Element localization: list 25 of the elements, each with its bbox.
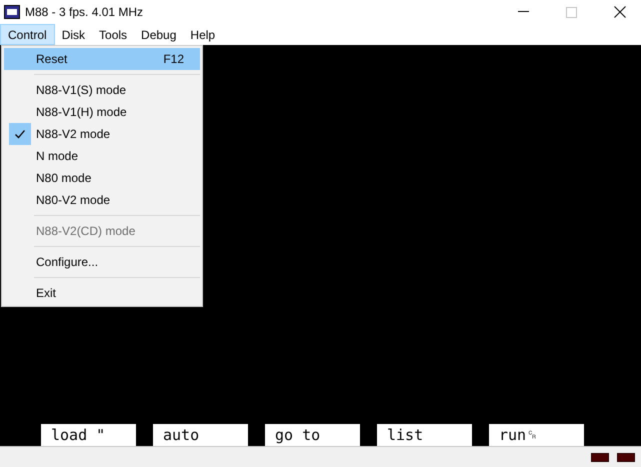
minimize-icon[interactable] [518, 11, 529, 13]
function-key-label: run␍ [489, 424, 584, 446]
function-key-label: list [377, 424, 472, 446]
menu-bar-item[interactable]: Debug [134, 24, 184, 45]
menu-bar-item[interactable]: Control [0, 24, 55, 45]
menu-item[interactable]: N mode [4, 145, 200, 167]
menu-bar-item[interactable]: Tools [92, 24, 134, 45]
menu-item[interactable]: N80 mode [4, 167, 200, 189]
indicator-led [591, 452, 609, 462]
indicator-led [617, 452, 635, 462]
menu-item[interactable]: Reset F12 [4, 48, 200, 70]
function-key-label: auto [153, 424, 248, 446]
close-icon[interactable] [614, 6, 626, 18]
window-title: M88 - 3 fps. 4.01 MHz [25, 4, 144, 21]
menu-item[interactable]: Exit [4, 282, 200, 304]
menu-item[interactable]: N80-V2 mode [4, 189, 200, 211]
function-key-label: go to [265, 424, 360, 446]
menu-bar-item[interactable]: Help [183, 24, 222, 45]
menu-item[interactable]: N88-V1(H) mode [4, 101, 200, 123]
menu-bar-item[interactable]: Disk [54, 24, 92, 45]
menu-item[interactable]: Configure... [4, 251, 200, 273]
function-key-label: load " [41, 424, 136, 446]
menu-item[interactable]: N88-V2 mode [4, 123, 200, 145]
menu-item[interactable]: N88-V1(S) mode [4, 79, 200, 101]
app-logo-icon [4, 5, 20, 19]
